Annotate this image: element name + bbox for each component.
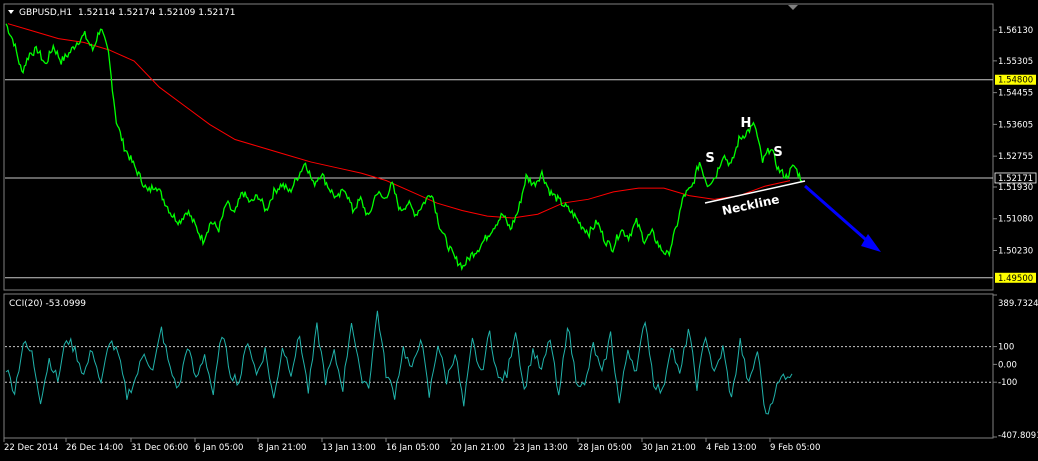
cci-tick-label: -100: [998, 378, 1017, 388]
x-tick-label: 16 Jan 05:00: [386, 443, 440, 453]
price-tick-label: 1.52755: [998, 152, 1033, 162]
chart-window: GBPUSD,H1 1.52114 1.52174 1.52109 1.5217…: [0, 0, 1038, 457]
cci-label: CCI(20) -53.0999: [9, 299, 86, 309]
cci-tick-label: 0.00: [998, 360, 1017, 370]
ohlc-values: 1.52114 1.52174 1.52109 1.52171: [78, 8, 235, 18]
cci-tick-label: 100: [998, 343, 1014, 353]
pattern-label: S: [773, 145, 782, 160]
x-tick-label: 8 Jan 21:00: [258, 443, 306, 453]
price-level-label: 1.49500: [998, 274, 1033, 284]
price-tick-label: 1.50230: [998, 247, 1033, 257]
cci-tick-label: 389.7324: [998, 299, 1038, 309]
pattern-label: S: [705, 151, 714, 166]
x-tick-label: 30 Jan 21:00: [642, 443, 696, 453]
price-tick-label: 1.55305: [998, 57, 1033, 67]
cci-tick-label: -407.8091: [998, 431, 1038, 441]
x-tick-label: 9 Feb 05:00: [770, 443, 820, 453]
x-tick-label: 23 Jan 13:00: [514, 443, 568, 453]
x-tick-label: 31 Dec 06:00: [131, 443, 188, 453]
symbol-label: GBPUSD,H1: [19, 8, 72, 18]
x-tick-label: 28 Jan 05:00: [578, 443, 632, 453]
price-tick-label: 1.51930: [998, 183, 1033, 193]
price-tick-label: 1.54455: [998, 89, 1033, 99]
price-level-label: 1.52171: [998, 174, 1033, 184]
x-tick-label: 22 Dec 2014: [4, 443, 58, 453]
price-tick-label: 1.51080: [998, 215, 1033, 225]
x-tick-label: 4 Feb 13:00: [706, 443, 756, 453]
x-tick-label: 6 Jan 05:00: [195, 443, 243, 453]
price-level-label: 1.54800: [998, 76, 1033, 86]
x-tick-label: 26 Dec 14:00: [66, 443, 123, 453]
price-tick-label: 1.53605: [998, 120, 1033, 130]
price-tick-label: 1.56130: [998, 26, 1033, 36]
chart-svg[interactable]: GBPUSD,H1 1.52114 1.52174 1.52109 1.5217…: [0, 0, 1038, 457]
x-tick-label: 20 Jan 21:00: [451, 443, 505, 453]
x-tick-label: 13 Jan 13:00: [322, 443, 376, 453]
pattern-label: H: [741, 116, 752, 131]
